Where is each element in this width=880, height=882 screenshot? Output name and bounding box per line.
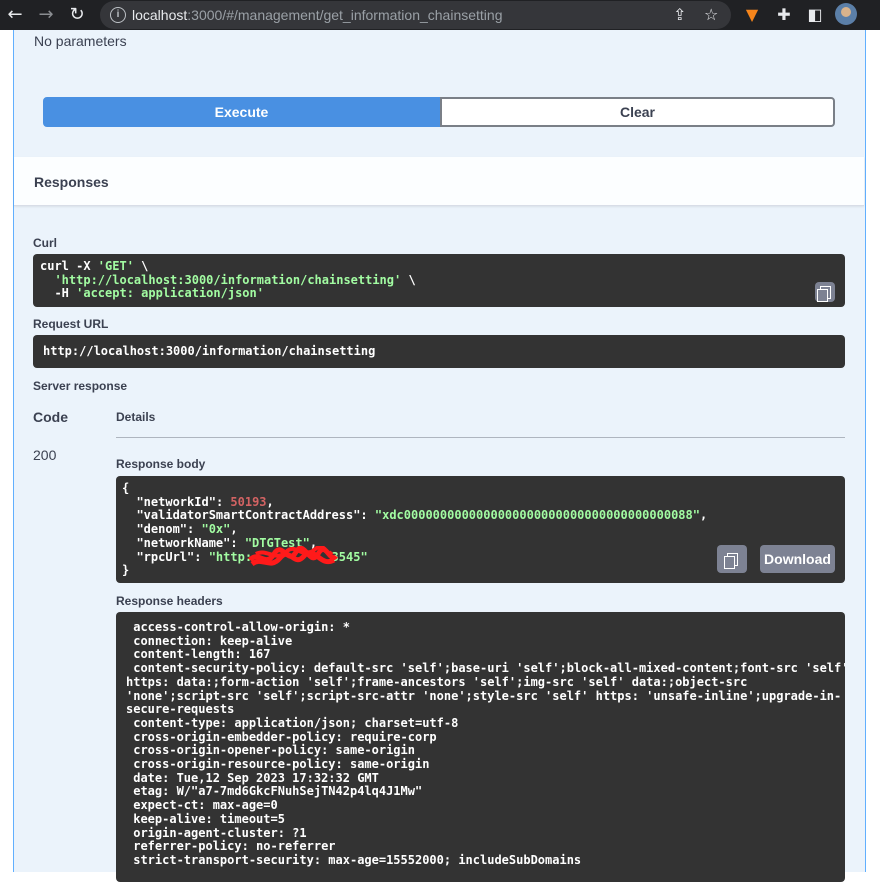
copy-response-button[interactable] — [717, 545, 747, 573]
status-code: 200 — [33, 447, 57, 463]
response-body-label: Response body — [116, 457, 206, 471]
clear-button[interactable]: Clear — [440, 97, 835, 127]
response-header-line: https: data:;form-action 'self';frame-an… — [126, 674, 748, 689]
json-val-networkId: 50193 — [230, 494, 267, 509]
response-header-line: keep-alive: timeout=5 — [126, 811, 293, 826]
curl-label: Curl — [33, 236, 57, 250]
curl-command-block: curl -X 'GET' \ 'http://localhost:3000/i… — [33, 254, 845, 307]
response-header-line: content-type: application/json; charset=… — [126, 715, 466, 730]
no-parameters-text: No parameters — [34, 33, 127, 49]
response-header-line: cross-origin-embedder-policy: require-co… — [126, 729, 444, 744]
responses-header — [14, 157, 864, 206]
json-val-validator: "xdc000000000000000000000000000000000000… — [374, 508, 700, 523]
response-headers-block: access-control-allow-origin: * connectio… — [116, 612, 845, 882]
reload-icon[interactable]: ↻ — [66, 4, 88, 26]
execute-button[interactable]: Execute — [43, 97, 440, 127]
response-header-line: content-security-policy: default-src 'se… — [126, 661, 845, 676]
puzzle-icon[interactable]: ✚ — [773, 4, 795, 26]
curl-line1-tail: \ — [133, 259, 149, 273]
curl-cmd: curl -X — [40, 259, 98, 273]
code-column-header: Code — [33, 409, 68, 425]
response-header-line: expect-ct: max-age=0 — [126, 798, 285, 813]
forward-icon[interactable]: → — [35, 4, 57, 26]
curl-header: 'accept: application/json' — [76, 286, 264, 300]
url-path: :3000/#/management/get_information_chain… — [187, 7, 503, 23]
json-key-networkName: "networkName" — [136, 535, 231, 550]
request-url-block: http://localhost:3000/information/chains… — [33, 335, 845, 368]
json-val-denom: "0x" — [201, 522, 231, 537]
table-divider — [116, 437, 845, 438]
metamask-icon[interactable]: ▼ — [741, 4, 763, 26]
response-header-line: secure-requests — [126, 702, 242, 717]
response-header-line: etag: W/"a7-7md6GkcFNuhSejTN42p4lq4J1Mw" — [126, 784, 430, 799]
download-button[interactable]: Download — [760, 545, 835, 573]
response-header-line: origin-agent-cluster: ?1 — [126, 825, 314, 840]
back-icon[interactable]: ← — [4, 4, 26, 26]
copy-icon — [816, 285, 831, 302]
response-header-line: 'none';script-src 'self';script-src-attr… — [126, 688, 842, 703]
copy-curl-button[interactable] — [815, 282, 835, 302]
curl-line2-tail: \ — [401, 272, 416, 287]
share-icon[interactable]: ⇪ — [673, 5, 686, 24]
server-response-label: Server response — [33, 379, 128, 393]
profile-avatar[interactable] — [835, 3, 857, 25]
json-val-rpcUrl-start: "http: — [208, 549, 253, 564]
response-header-line: strict-transport-security: max-age=15552… — [126, 852, 589, 867]
json-key-rpcUrl: "rpcUrl" — [136, 549, 195, 564]
address-bar[interactable]: i localhost:3000/#/management/get_inform… — [100, 1, 731, 29]
curl-header-flag: -H — [40, 286, 77, 300]
request-url-text: http://localhost:3000/information/chains… — [43, 344, 376, 358]
response-header-line: access-control-allow-origin: * — [126, 620, 358, 634]
request-url-label: Request URL — [33, 317, 109, 331]
url-host: localhost — [132, 7, 188, 23]
response-header-line: content-length: 167 — [126, 647, 278, 662]
json-key-networkId: "networkId" — [136, 494, 216, 509]
responses-title: Responses — [34, 174, 109, 190]
response-header-line: cross-origin-resource-policy: same-origi… — [126, 757, 437, 772]
curl-url: 'http://localhost:3000/information/chain… — [54, 272, 402, 287]
curl-method: 'GET' — [97, 259, 134, 273]
browser-toolbar: ← → ↻ i localhost:3000/#/management/get_… — [0, 0, 880, 30]
response-header-line: date: Tue,12 Sep 2023 17:32:32 GMT — [126, 770, 387, 785]
sidepanel-icon[interactable]: ◧ — [804, 4, 826, 26]
response-header-line: referrer-policy: no-referrer — [126, 839, 343, 854]
json-key-denom: "denom" — [136, 522, 188, 537]
response-header-line: connection: keep-alive — [126, 633, 300, 648]
url-text[interactable]: localhost:3000/#/management/get_informat… — [132, 7, 502, 23]
details-column-header: Details — [116, 410, 156, 424]
response-header-line: cross-origin-opener-policy: same-origin — [126, 743, 423, 758]
site-info-icon[interactable]: i — [110, 7, 126, 23]
redaction-scribble — [248, 546, 338, 567]
star-icon[interactable]: ☆ — [704, 5, 718, 24]
copy-icon — [723, 552, 738, 569]
response-headers-label: Response headers — [116, 594, 223, 608]
json-key-validator: "validatorSmartContractAddress" — [136, 508, 361, 523]
